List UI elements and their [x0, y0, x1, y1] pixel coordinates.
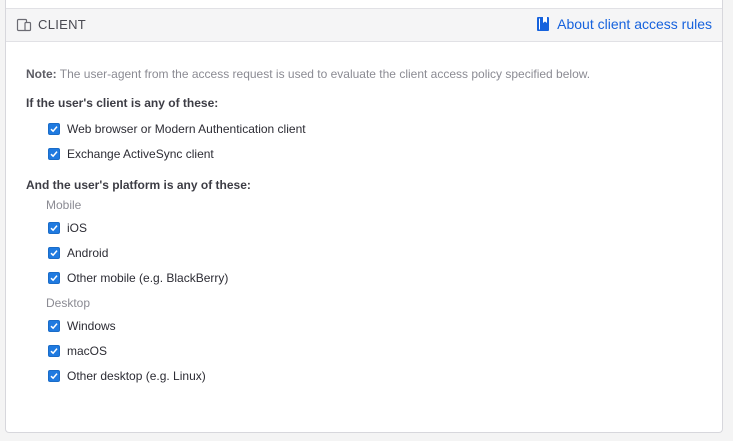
check-icon [50, 150, 58, 157]
client-option-web-browser[interactable]: Web browser or Modern Authentication cli… [48, 116, 702, 141]
check-icon [50, 347, 58, 354]
check-icon [50, 249, 58, 256]
mobile-options: iOS Android Other mobile (e.g. BlackBerr… [26, 215, 702, 290]
panel-top-edge [6, 0, 722, 9]
client-condition-heading: If the user's client is any of these: [26, 96, 219, 110]
client-panel: CLIENT About client access rules Note: T… [5, 0, 723, 433]
devices-icon [16, 18, 32, 32]
note-text: Note: The user-agent from the access req… [26, 67, 702, 81]
platform-option-windows[interactable]: Windows [48, 313, 702, 338]
option-label: Exchange ActiveSync client [67, 146, 214, 161]
checkbox[interactable] [48, 246, 60, 259]
note-label: Note: [26, 67, 57, 81]
platform-option-other-desktop[interactable]: Other desktop (e.g. Linux) [48, 363, 702, 388]
check-icon [50, 372, 58, 379]
section-title: CLIENT [38, 17, 87, 32]
platform-option-macos[interactable]: macOS [48, 338, 702, 363]
option-label: Android [67, 245, 109, 260]
option-label: Other desktop (e.g. Linux) [67, 368, 206, 383]
checkbox[interactable] [48, 344, 60, 357]
option-label: Windows [67, 318, 116, 333]
option-label: Web browser or Modern Authentication cli… [67, 121, 306, 136]
desktop-options: Windows macOS Other desktop (e.g. Linux) [26, 313, 702, 388]
checkbox[interactable] [48, 271, 60, 284]
note-description: The user-agent from the access request i… [59, 67, 591, 81]
check-icon [50, 125, 58, 132]
checkbox[interactable] [48, 147, 60, 160]
checkbox[interactable] [48, 369, 60, 382]
checkbox[interactable] [48, 122, 60, 135]
checkbox[interactable] [48, 221, 60, 234]
check-icon [50, 322, 58, 329]
option-label: iOS [67, 220, 88, 235]
client-option-exchange-activesync[interactable]: Exchange ActiveSync client [48, 141, 702, 166]
client-section-header: CLIENT About client access rules [6, 9, 722, 42]
check-icon [50, 274, 58, 281]
client-section-body: Note: The user-agent from the access req… [6, 67, 722, 388]
check-icon [50, 224, 58, 231]
platform-option-ios[interactable]: iOS [48, 215, 702, 240]
mobile-group-label: Mobile [46, 198, 82, 212]
platform-option-other-mobile[interactable]: Other mobile (e.g. BlackBerry) [48, 265, 702, 290]
option-label: Other mobile (e.g. BlackBerry) [67, 270, 229, 285]
book-icon [537, 17, 550, 31]
option-label: macOS [67, 343, 108, 358]
platform-option-android[interactable]: Android [48, 240, 702, 265]
platform-condition-heading: And the user's platform is any of these: [26, 178, 251, 192]
desktop-group-label: Desktop [46, 296, 91, 310]
about-client-access-rules-link[interactable]: About client access rules [537, 16, 712, 32]
client-options: Web browser or Modern Authentication cli… [26, 116, 702, 166]
about-link-label: About client access rules [557, 16, 712, 32]
checkbox[interactable] [48, 319, 60, 332]
